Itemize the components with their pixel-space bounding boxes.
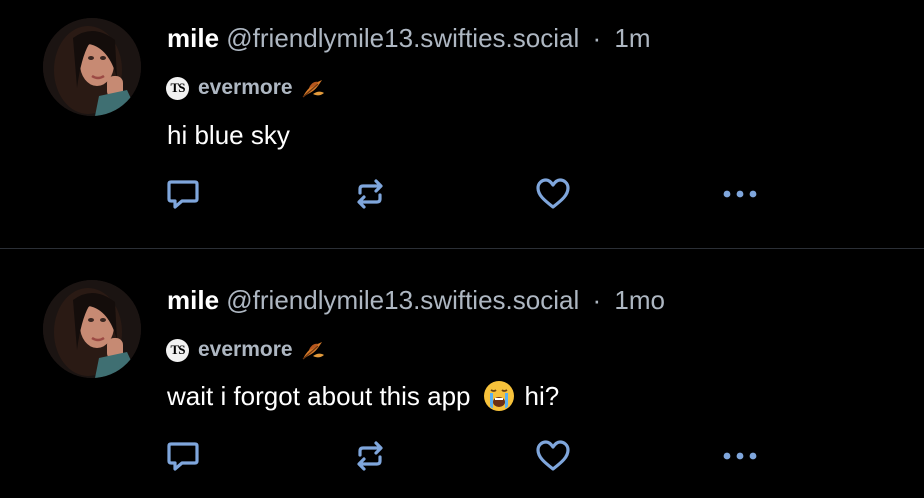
more-options-button[interactable] [720,438,760,474]
profile-label[interactable]: TS evermore [166,75,326,101]
separator: · [592,23,602,53]
ts-badge-icon: TS [166,76,189,100]
avatar-photo [43,18,141,116]
repost-button[interactable] [350,176,390,212]
post-text-content: wait i forgot about this app [167,381,471,411]
handle[interactable]: @friendlymile13.swifties.social [226,23,579,53]
timestamp[interactable]: 1mo [614,285,665,315]
like-button[interactable] [533,176,573,212]
reply-icon [167,442,199,471]
display-name[interactable]: mile [167,23,219,53]
profile-label[interactable]: TS evermore [166,337,326,363]
post-text-after-emoji: hi? [524,381,560,411]
loudly-crying-face-emoji [483,381,514,411]
repost-button[interactable] [350,438,390,474]
heart-icon [536,178,570,209]
post-text-content: hi blue sky [167,120,290,150]
post-text: wait i forgot about this app hi? [167,380,559,412]
autumn-leaf-icon [302,80,324,98]
post-actions [0,438,924,474]
avatar[interactable] [43,280,141,378]
timestamp[interactable]: 1m [614,23,650,53]
post-text: hi blue sky [167,120,290,150]
handle[interactable]: @friendlymile13.swifties.social [226,285,579,315]
display-name[interactable]: mile [167,285,219,315]
post-header: mile @friendlymile13.swifties.social · 1… [167,23,651,53]
autumn-leaf-icon [302,342,324,360]
separator: · [592,285,602,315]
post[interactable]: mile @friendlymile13.swifties.social · 1… [0,249,924,498]
heart-icon [536,440,570,471]
avatar[interactable] [43,18,141,116]
like-button[interactable] [533,438,573,474]
post[interactable]: mile @friendlymile13.swifties.social · 1… [0,0,924,249]
label-text: evermore [198,76,293,99]
more-options-button[interactable] [720,176,760,212]
more-options-icon [723,190,757,198]
reply-button[interactable] [163,438,203,474]
post-header: mile @friendlymile13.swifties.social · 1… [167,285,665,315]
reply-icon [167,180,199,209]
repost-icon [357,441,383,471]
repost-icon [357,179,383,209]
reply-button[interactable] [163,176,203,212]
post-actions [0,176,924,212]
avatar-photo [43,280,141,378]
label-text: evermore [198,338,293,361]
ts-badge-icon: TS [166,338,189,362]
more-options-icon [723,452,757,460]
